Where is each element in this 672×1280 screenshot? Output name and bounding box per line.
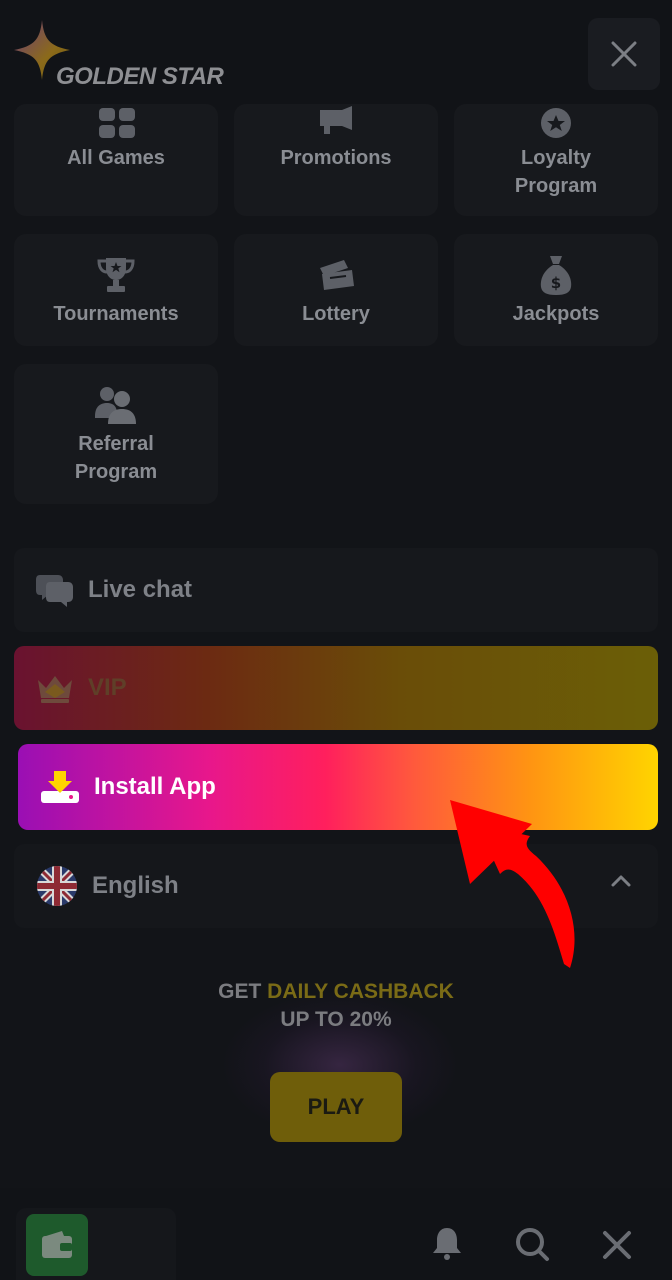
vip-button[interactable]: VIP (14, 646, 658, 730)
close-icon (611, 41, 637, 67)
tile-label: All Games (67, 147, 165, 169)
trophy-icon (97, 258, 135, 292)
chevron-up-icon (611, 875, 631, 887)
logo-text: GOLDEN STAR (56, 63, 224, 90)
play-button[interactable]: PLAY (270, 1072, 402, 1142)
wallet-button[interactable] (26, 1214, 88, 1276)
promo-subline: UP TO 20% (280, 1008, 392, 1031)
grid-icon (99, 108, 135, 138)
ticket-icon (320, 260, 354, 290)
bell-icon[interactable] (432, 1226, 462, 1260)
megaphone-icon (320, 106, 352, 134)
tile-label: Promotions (280, 147, 392, 169)
promo-banner: GET DAILY CASHBACK UP TO 20% (0, 980, 672, 1032)
promo-highlight: DAILY CASHBACK (267, 980, 454, 1003)
crown-icon (38, 676, 72, 703)
tile-label: Loyalty Program (514, 147, 598, 197)
wallet-icon (42, 1231, 72, 1258)
tile-promotions[interactable]: Promotions (234, 104, 438, 216)
tile-label: Lottery (302, 303, 370, 325)
tile-referral-program[interactable]: Referral Program (14, 364, 218, 504)
tile-label: Tournaments (53, 303, 179, 325)
language-label: English (92, 872, 179, 899)
tile-tournaments[interactable]: Tournaments (14, 234, 218, 346)
tile-lottery[interactable]: Lottery (234, 234, 438, 346)
bottom-bar (0, 1188, 672, 1280)
vip-label: VIP (88, 674, 127, 701)
close-menu-button[interactable] (588, 18, 660, 90)
logo[interactable]: GOLDEN STAR (12, 18, 232, 90)
uk-flag-icon (37, 866, 77, 906)
wallet-tab (16, 1208, 176, 1280)
tile-jackpots[interactable]: $ Jackpots (454, 234, 658, 346)
close-icon[interactable] (602, 1230, 632, 1260)
live-chat-button[interactable]: Live chat (14, 548, 658, 632)
medal-icon (541, 108, 571, 138)
live-chat-label: Live chat (88, 576, 193, 603)
download-icon (41, 771, 79, 803)
tile-all-games[interactable]: All Games (14, 104, 218, 216)
search-icon[interactable] (514, 1226, 550, 1262)
header: GOLDEN STAR (0, 0, 672, 110)
svg-text:$: $ (551, 274, 561, 292)
chat-bubbles-icon (36, 575, 73, 607)
tile-label: Jackpots (512, 303, 600, 325)
red-arrow-annotation (450, 800, 575, 968)
tile-loyalty-program[interactable]: Loyalty Program (454, 104, 658, 216)
tile-label: Referral Program (74, 433, 158, 483)
promo-prefix: GET (218, 980, 268, 1003)
users-icon (95, 387, 136, 424)
install-app-label: Install App (94, 773, 216, 800)
promo-headline: GET DAILY CASHBACK (0, 980, 672, 1004)
money-bag-icon: $ (540, 256, 572, 295)
